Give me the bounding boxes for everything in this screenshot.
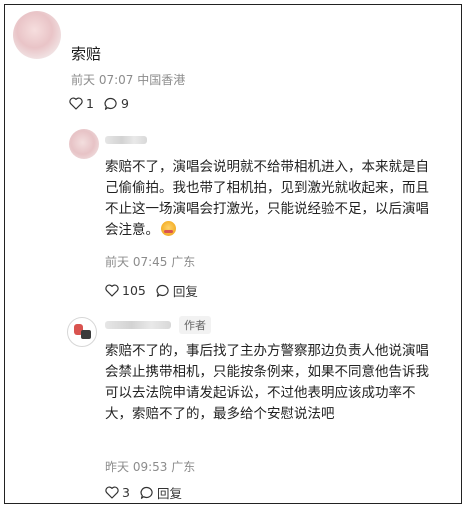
reply-button[interactable]: 回复 (156, 281, 198, 300)
username-blurred[interactable] (105, 321, 171, 329)
reply-meta: 昨天 09:53 广东 (105, 460, 196, 474)
reply-text: 索赔不了，演唱会说明就不给带相机进入，本来就是自己偷偷拍。我也带了相机拍，见到激… (105, 159, 429, 238)
reply-actions: 3 回复 (105, 483, 192, 502)
reply-button[interactable]: 回复 (140, 483, 182, 502)
comment-thread: 索赔 前天 07:07 中国香港 1 9 索赔不了，演唱会说明就不给带相机进入，… (4, 4, 462, 504)
comment-bubble-icon (156, 284, 169, 297)
author-badge: 作者 (179, 316, 211, 334)
reply-label: 回复 (172, 284, 198, 299)
reply-actions: 105 回复 (105, 281, 208, 300)
reply-count-button[interactable]: 9 (104, 96, 129, 111)
like-button[interactable]: 1 (69, 96, 94, 111)
heart-outline-icon (105, 486, 119, 499)
like-count: 105 (122, 283, 146, 298)
comment-bubble-icon (140, 486, 153, 499)
like-button[interactable]: 3 (105, 485, 130, 500)
like-count: 1 (86, 96, 94, 111)
heart-outline-icon (69, 97, 83, 110)
like-count: 3 (122, 485, 130, 500)
reply-content: 索赔不了，演唱会说明就不给带相机进入，本来就是自己偷偷拍。我也带了相机拍，见到激… (105, 157, 441, 241)
username-blurred[interactable] (105, 136, 147, 144)
like-button[interactable]: 105 (105, 283, 146, 298)
comment-bubble-icon (104, 97, 117, 110)
reply-meta: 前天 07:45 广东 (105, 255, 196, 269)
avatar[interactable] (13, 11, 61, 59)
reply-text: 索赔不了的，事后找了主办方警察那边负责人他说演唱会禁止携带相机，只能按条例来，如… (105, 343, 429, 422)
comment-actions: 1 9 (69, 96, 139, 111)
crying-face-emoji (161, 221, 176, 236)
heart-outline-icon (105, 284, 119, 297)
reply-label: 回复 (156, 486, 182, 501)
reply-count: 9 (120, 96, 129, 111)
avatar[interactable] (69, 129, 99, 159)
reply-content: 索赔不了的，事后找了主办方警察那边负责人他说演唱会禁止携带相机，只能按条例来，如… (105, 341, 441, 425)
comment-meta: 前天 07:07 中国香港 (71, 73, 186, 87)
comment-text: 索赔 (71, 45, 102, 63)
avatar[interactable] (67, 317, 97, 347)
